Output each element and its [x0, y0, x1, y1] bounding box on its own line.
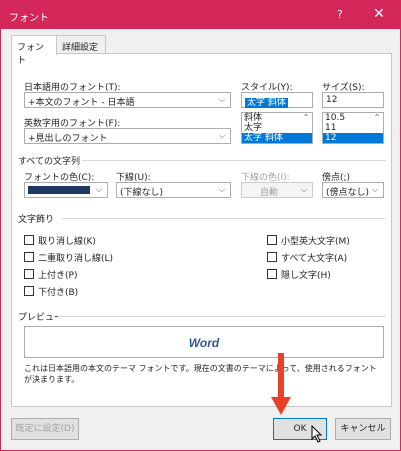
chevron-down-icon: ⌵ — [218, 131, 226, 140]
scroll-up-icon[interactable]: ⌃ — [374, 113, 381, 122]
checkbox-box[interactable] — [24, 286, 34, 296]
all-text-section: すべての文字列 — [18, 157, 81, 167]
style-input[interactable]: 太字 斜体 — [241, 92, 313, 108]
tab-advanced[interactable]: 詳細設定 — [56, 35, 106, 53]
strikethrough-checkbox[interactable]: 取り消し線(K) — [24, 234, 96, 247]
chevron-down-icon: ⌵ — [218, 185, 226, 194]
underline-color-select: 自動 ⌵ — [241, 182, 313, 198]
chevron-down-icon: ⌵ — [95, 185, 103, 194]
divider — [62, 218, 386, 219]
underline-select[interactable]: (下線なし) ⌵ — [116, 182, 231, 198]
underline-color-value: 自動 — [260, 188, 279, 198]
chevron-down-icon: ⌵ — [218, 95, 226, 104]
size-input[interactable]: 12 — [322, 92, 384, 108]
effects-section: 文字飾り — [18, 215, 55, 225]
chevron-down-icon: ⌵ — [371, 185, 379, 194]
checkbox-box[interactable] — [24, 252, 34, 262]
checkbox-box[interactable] — [267, 252, 277, 262]
size-list[interactable]: 10.5 11 12 ⌃ — [322, 112, 384, 144]
double-strikethrough-checkbox[interactable]: 二重取り消し線(L) — [24, 251, 113, 264]
font-tab-panel: 日本語用のフォント(T): +本文のフォント - 日本語 ⌵ 英数字用のフォント… — [11, 53, 392, 407]
checkbox-box[interactable] — [267, 235, 277, 245]
font-color-select[interactable]: ⌵ — [24, 182, 108, 198]
divider — [82, 160, 386, 161]
hidden-checkbox[interactable]: 隠し文字(H) — [267, 268, 331, 281]
checkbox-label: 下付き(B) — [38, 288, 79, 298]
preview-box: Word — [24, 326, 384, 358]
red-arrow-icon — [271, 353, 291, 415]
divider — [58, 316, 386, 317]
chevron-down-icon: ⌵ — [300, 185, 308, 194]
underline-value: (下線なし) — [120, 188, 164, 198]
checkbox-box[interactable] — [267, 269, 277, 279]
window-title: フォント — [9, 13, 49, 24]
superscript-checkbox[interactable]: 上付き(P) — [24, 268, 77, 281]
scroll-up-icon[interactable]: ⌃ — [303, 113, 310, 122]
font-dialog: フォント ? ✕ フォント 詳細設定 日本語用のフォント(T): +本文のフォン… — [0, 0, 401, 451]
subscript-checkbox[interactable]: 下付き(B) — [24, 285, 78, 298]
close-button[interactable]: ✕ — [367, 5, 391, 25]
en-font-select[interactable]: +見出しのフォント ⌵ — [24, 128, 231, 144]
help-button[interactable]: ? — [337, 8, 343, 21]
checkbox-label: 小型英大文字(M) — [281, 237, 350, 247]
style-scrollbar[interactable]: ⌃ — [300, 113, 312, 143]
emphasis-select[interactable]: (傍点なし) ⌵ — [322, 182, 384, 198]
checkbox-box[interactable] — [24, 269, 34, 279]
style-value: 太字 斜体 — [245, 98, 288, 108]
checkbox-box[interactable] — [24, 235, 34, 245]
checkbox-label: 取り消し線(K) — [38, 237, 96, 247]
size-value: 12 — [326, 95, 338, 105]
font-color-swatch — [28, 186, 90, 194]
checkbox-label: すべて大文字(A) — [281, 254, 348, 264]
title-bar: フォント ? ✕ — [1, 1, 400, 29]
all-caps-checkbox[interactable]: すべて大文字(A) — [267, 251, 347, 264]
preview-section: プレビュー — [18, 313, 64, 323]
size-scrollbar[interactable]: ⌃ — [371, 113, 383, 143]
jp-font-select[interactable]: +本文のフォント - 日本語 ⌵ — [24, 92, 231, 108]
set-default-button[interactable]: 既定に設定(D) — [11, 418, 79, 440]
en-font-value: +見出しのフォント — [28, 134, 108, 144]
mouse-cursor-icon — [311, 425, 323, 443]
preview-note: これは日本語用の本文のテーマ フォントです。現在の文書のテーマによって、使用され… — [24, 364, 377, 384]
small-caps-checkbox[interactable]: 小型英大文字(M) — [267, 234, 350, 247]
style-list[interactable]: 斜体 太字 太字 斜体 ⌃ — [241, 112, 313, 144]
tab-font[interactable]: フォント — [11, 35, 57, 66]
jp-font-value: +本文のフォント - 日本語 — [28, 98, 135, 108]
checkbox-label: 隠し文字(H) — [281, 271, 331, 281]
preview-sample: Word — [25, 336, 383, 350]
checkbox-label: 二重取り消し線(L) — [38, 254, 114, 264]
cancel-button[interactable]: キャンセル — [335, 418, 391, 440]
emphasis-value: (傍点なし) — [326, 188, 370, 198]
checkbox-label: 上付き(P) — [38, 271, 78, 281]
